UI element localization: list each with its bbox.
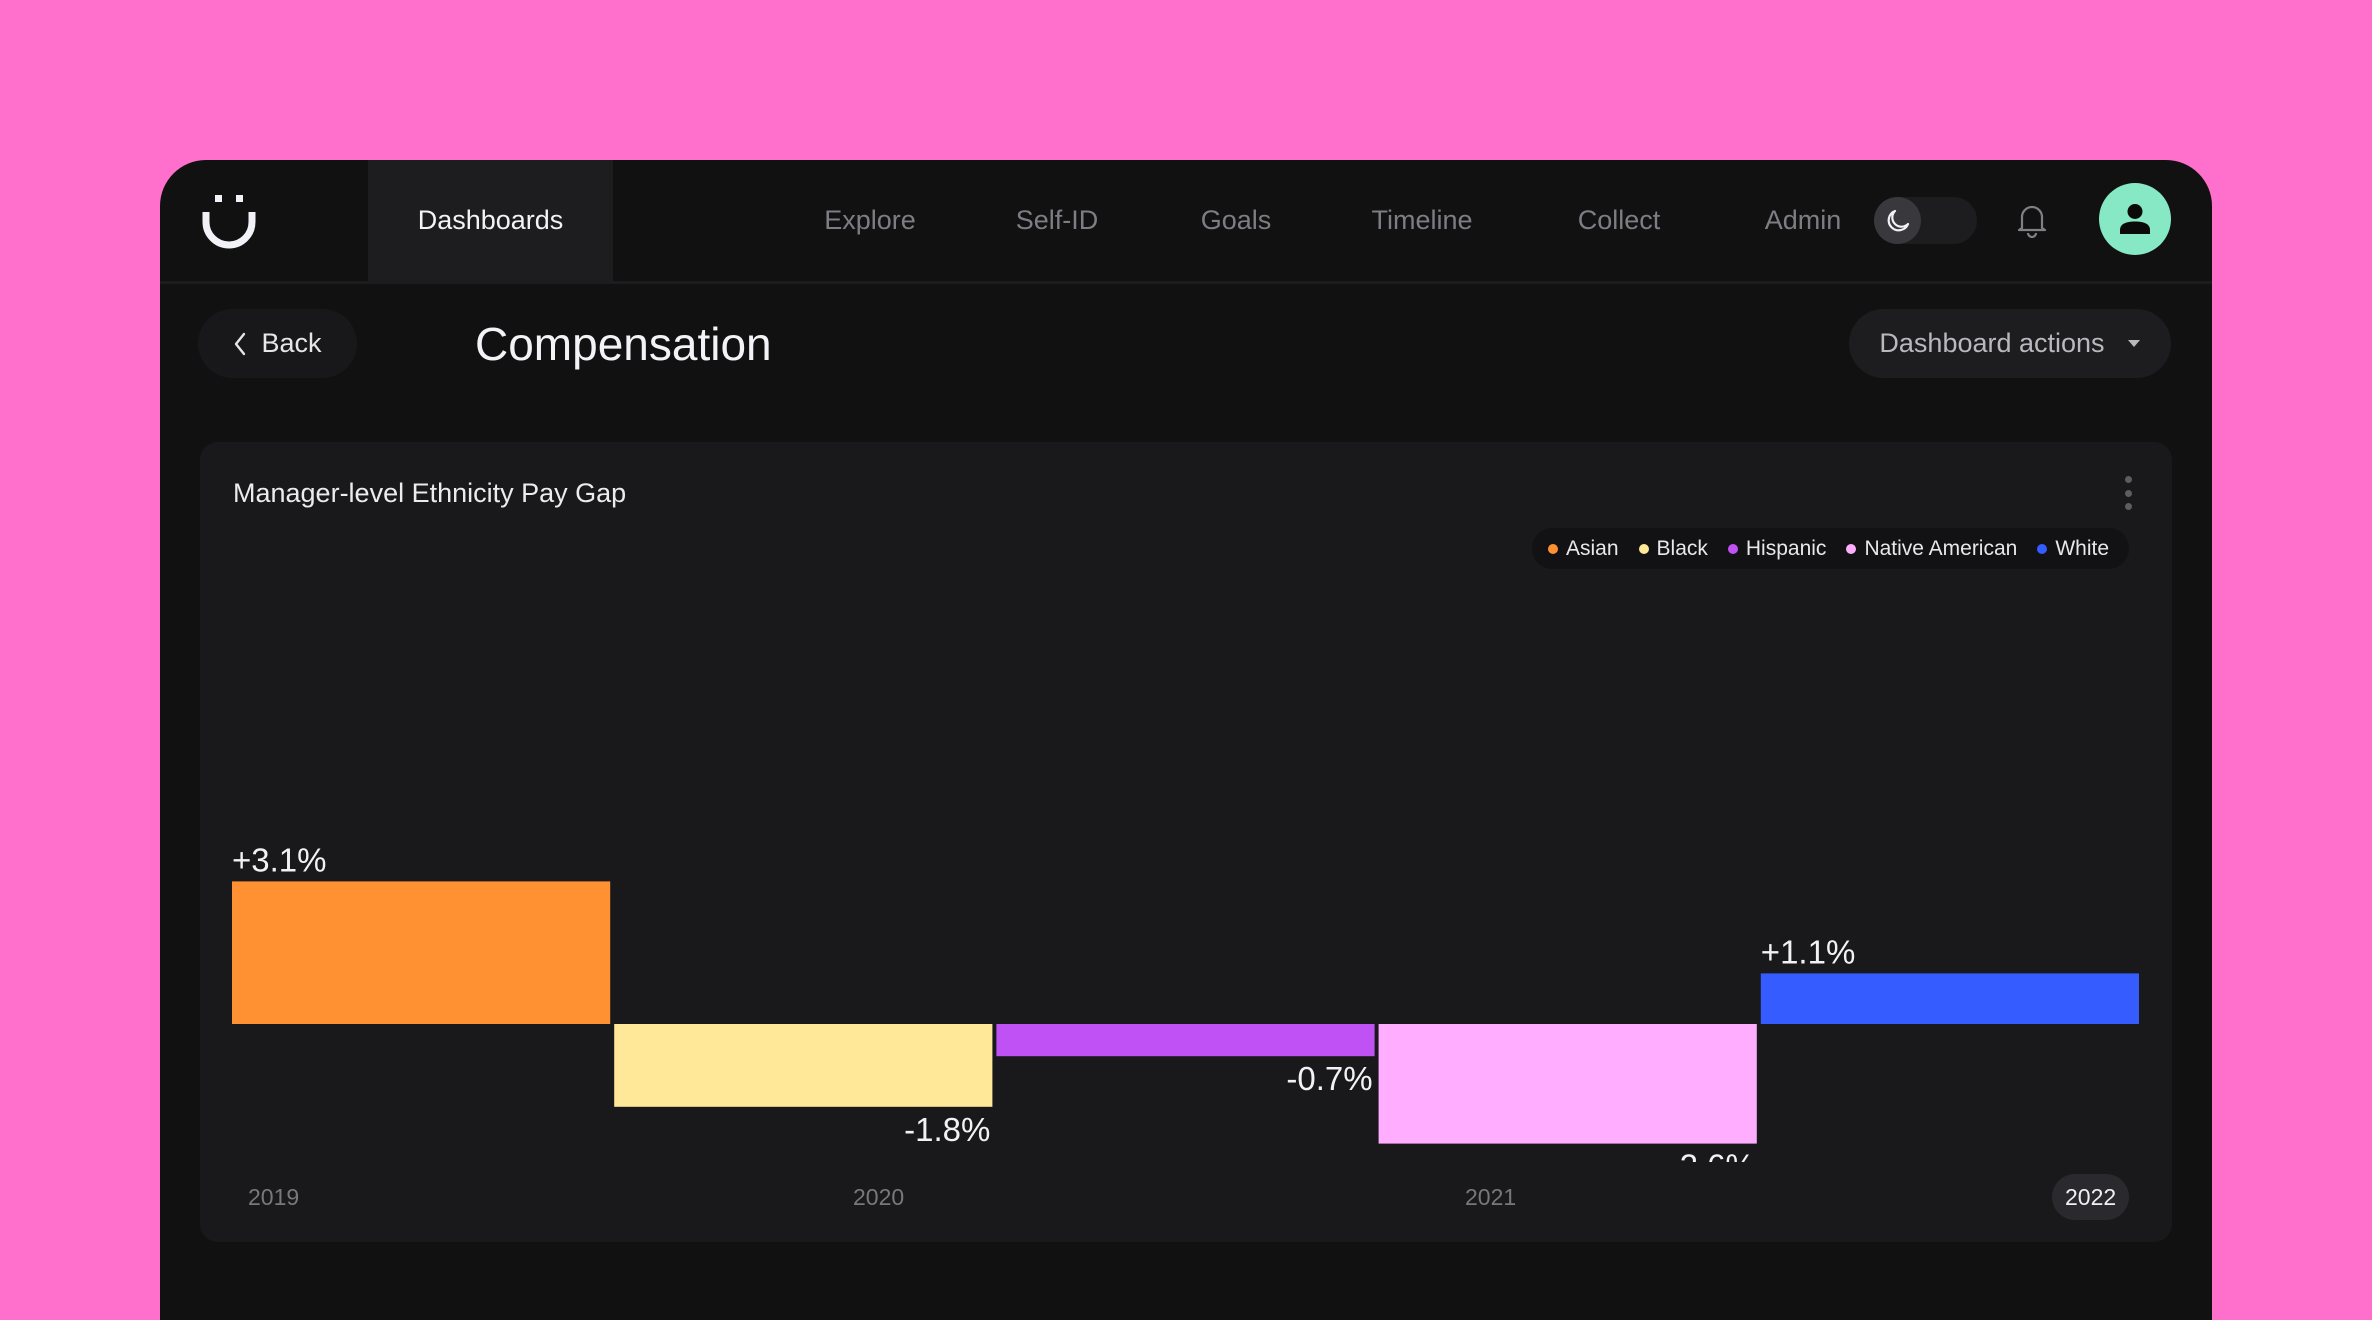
tab-label: Explore	[824, 205, 916, 235]
moon-icon	[1887, 209, 1909, 231]
tab-admin[interactable]: Admin	[1723, 160, 1883, 281]
app-window: Dashboards Explore Self-ID Goals Timelin…	[160, 160, 2212, 1320]
bar-black[interactable]	[614, 1024, 993, 1107]
x-tick-2020[interactable]: 2020	[853, 1182, 904, 1212]
page-title: Compensation	[475, 318, 772, 370]
bar-hispanic[interactable]	[996, 1024, 1375, 1057]
x-tick-2019[interactable]: 2019	[248, 1182, 299, 1212]
dashboard-actions-button[interactable]: Dashboard actions	[1849, 309, 2171, 378]
bar-native-american[interactable]	[1378, 1024, 1757, 1144]
x-tick-2022-selected[interactable]: 2022	[2052, 1174, 2130, 1220]
theme-toggle[interactable]	[1874, 197, 1977, 244]
chevron-left-icon	[235, 332, 246, 355]
top-navigation: Dashboards Explore Self-ID Goals Timelin…	[160, 160, 2212, 284]
tab-goals[interactable]: Goals	[1156, 160, 1316, 281]
back-label: Back	[261, 328, 322, 358]
data-label-white: +1.1%	[1761, 933, 1856, 970]
user-avatar[interactable]	[2099, 183, 2171, 255]
back-button[interactable]: Back	[198, 309, 357, 378]
bell-icon[interactable]	[2016, 202, 2048, 238]
data-label-black: -1.8%	[904, 1111, 990, 1148]
tab-timeline[interactable]: Timeline	[1342, 160, 1502, 281]
tab-dashboards[interactable]: Dashboards	[368, 160, 613, 281]
x-tick-2021[interactable]: 2021	[1465, 1182, 1516, 1212]
tab-self-id[interactable]: Self-ID	[977, 160, 1137, 281]
data-label-native-american: -2.6%	[1669, 1148, 1755, 1162]
tab-label: Collect	[1577, 205, 1661, 235]
data-label-hispanic: -0.7%	[1286, 1060, 1372, 1097]
data-label-asian: +3.1%	[232, 841, 327, 878]
tab-label: Self-ID	[1015, 205, 1099, 235]
pay-gap-chart: +3.1% -1.8% -0.7% -2.6% +1.1%	[232, 841, 2139, 1162]
user-icon	[2120, 204, 2150, 234]
smile-logo-icon[interactable]	[200, 192, 258, 250]
tab-collect[interactable]: Collect	[1539, 160, 1699, 281]
tab-label: Dashboards	[417, 205, 564, 235]
bar-white[interactable]	[1760, 973, 2139, 1024]
bar-asian[interactable]	[232, 881, 611, 1024]
toggle-knob	[1874, 197, 1921, 244]
dashboard-actions-label: Dashboard actions	[1879, 328, 2105, 358]
tab-label: Timeline	[1371, 205, 1473, 235]
chart-card: Manager-level Ethnicity Pay Gap Asian Bl…	[200, 442, 2172, 1242]
tab-label: Goals	[1200, 205, 1272, 235]
caret-down-icon	[2127, 340, 2140, 347]
tab-label: Admin	[1764, 205, 1842, 235]
tab-explore[interactable]: Explore	[790, 160, 950, 281]
